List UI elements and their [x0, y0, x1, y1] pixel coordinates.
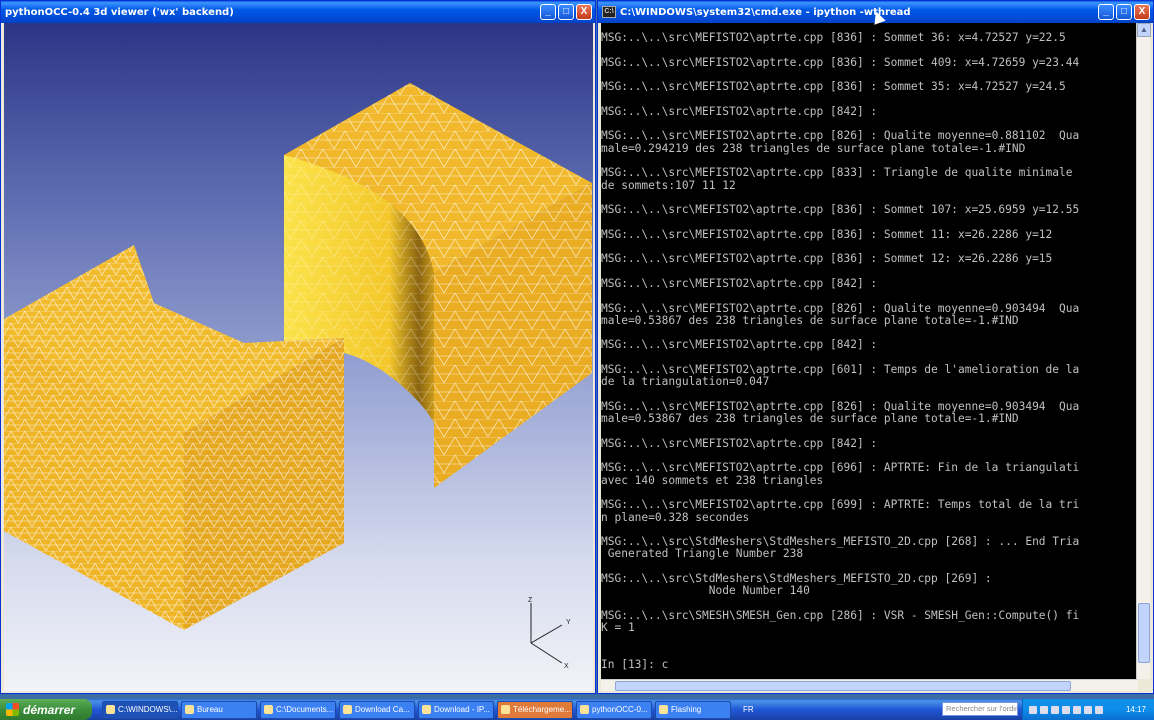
- axis-z-label: Z: [528, 597, 533, 604]
- taskbar-button[interactable]: Download - IP...: [418, 700, 494, 719]
- system-tray: 14:17: [1022, 699, 1154, 720]
- tray-icon[interactable]: [1062, 705, 1070, 714]
- hscroll-thumb[interactable]: [615, 681, 1071, 691]
- mesh-scene: Z Y X: [4, 83, 592, 670]
- taskbar-button-label: C:\WINDOWS\...: [118, 705, 178, 714]
- language-indicator[interactable]: FR: [743, 705, 754, 714]
- firefox-icon: [422, 705, 431, 714]
- horizontal-scrollbar[interactable]: [601, 679, 1138, 691]
- axis-x-label: X: [564, 663, 569, 670]
- console-line: male=0.53867 des 238 triangles de surfac…: [601, 313, 1019, 327]
- console-window: C:\ C:\WINDOWS\system32\cmd.exe - ipytho…: [597, 0, 1154, 694]
- taskbar-button[interactable]: C:\WINDOWS\...: [102, 700, 178, 719]
- 3d-viewport[interactable]: Z Y X: [4, 23, 593, 691]
- clock[interactable]: 14:17: [1126, 705, 1146, 714]
- console-line: MSG:..\..\src\MEFISTO2\aptrte.cpp [833] …: [601, 166, 1073, 180]
- task-list: C:\WINDOWS\... Bureau C:\Documents... Downl…: [102, 700, 731, 719]
- close-button[interactable]: X: [1134, 4, 1150, 20]
- console-line: MSG:..\..\src\MEFISTO2\aptrte.cpp [842] …: [601, 436, 878, 450]
- axes-triad: [530, 603, 563, 664]
- taskbar-button-label: Téléchargeme...: [513, 705, 571, 714]
- console-icon: [106, 705, 115, 714]
- console-line: MSG:..\..\src\MEFISTO2\aptrte.cpp [836] …: [601, 31, 1066, 44]
- viewer-titlebar[interactable]: pythonOCC-0.4 3d viewer ('wx' backend) _…: [1, 1, 595, 23]
- viewer-title: pythonOCC-0.4 3d viewer ('wx' backend): [5, 6, 234, 18]
- console-line: MSG:..\..\src\MEFISTO2\aptrte.cpp [696] …: [601, 461, 1080, 475]
- console-line: In [13]: c: [601, 658, 669, 672]
- start-button[interactable]: démarrer: [0, 699, 92, 720]
- taskbar-button[interactable]: Bureau: [181, 700, 257, 719]
- taskbar-button-label: Flashing: [671, 705, 702, 714]
- start-label: démarrer: [23, 702, 76, 717]
- axis-y-label: Y: [566, 619, 571, 626]
- scroll-up-arrow-icon[interactable]: ▲: [1137, 23, 1151, 37]
- console-line: male=0.53867 des 238 triangles de surfac…: [601, 412, 1019, 426]
- flash-icon: [659, 705, 668, 714]
- maximize-button[interactable]: □: [1116, 4, 1132, 20]
- taskbar-button-label: Bureau: [197, 705, 223, 714]
- vertical-scrollbar[interactable]: ▲: [1136, 23, 1151, 679]
- console-line: K = 1: [601, 621, 635, 635]
- volume-icon[interactable]: [1095, 705, 1103, 714]
- taskbar-button[interactable]: Téléchargeme...: [497, 700, 573, 719]
- console-line: MSG:..\..\src\MEFISTO2\aptrte.cpp [842] …: [601, 276, 878, 290]
- console-line: MSG:..\..\src\MEFISTO2\aptrte.cpp [836] …: [601, 252, 1053, 266]
- console-line: MSG:..\..\src\MEFISTO2\aptrte.cpp [842] …: [601, 338, 878, 352]
- console-line: Generated Triangle Number 238: [601, 547, 804, 561]
- console-line: de sommets:107 11 12: [601, 178, 736, 192]
- console-line: MSG:..\..\src\MEFISTO2\aptrte.cpp [826] …: [601, 301, 1080, 315]
- maximize-button[interactable]: □: [558, 4, 574, 20]
- console-title: C:\WINDOWS\system32\cmd.exe - ipython -w…: [620, 6, 911, 18]
- taskbar-button-label: Download Ca...: [355, 705, 410, 714]
- taskbar-button[interactable]: C:\Documents...: [260, 700, 336, 719]
- firefox-icon: [343, 705, 352, 714]
- console-output[interactable]: MSG:..\..\src\MEFISTO2\aptrte.cpp [836] …: [601, 23, 1138, 679]
- console-line: n plane=0.328 secondes: [601, 510, 750, 524]
- tray-icon[interactable]: [1073, 705, 1081, 714]
- download-icon: [501, 705, 510, 714]
- desktop-icon: [185, 705, 194, 714]
- tray-icon[interactable]: [1084, 705, 1092, 714]
- taskbar-button-label: pythonOCC-0...: [592, 705, 648, 714]
- console-line: MSG:..\..\src\MEFISTO2\aptrte.cpp [836] …: [601, 80, 1066, 94]
- windows-flag-icon: [6, 703, 19, 716]
- console-line: MSG:..\..\src\MEFISTO2\aptrte.cpp [842] …: [601, 104, 878, 118]
- folder-icon: [264, 705, 273, 714]
- minimize-button[interactable]: _: [1098, 4, 1114, 20]
- minimize-button[interactable]: _: [540, 4, 556, 20]
- taskbar: démarrer C:\WINDOWS\... Bureau C:\Document…: [0, 699, 1154, 720]
- console-line: male=0.294219 des 238 triangles de surfa…: [601, 141, 1026, 155]
- scroll-thumb[interactable]: [1138, 603, 1150, 663]
- console-line: MSG:..\..\src\MEFISTO2\aptrte.cpp [836] …: [601, 227, 1053, 241]
- console-line: Node Number 140: [601, 584, 810, 598]
- console-line: MSG:..\..\src\MEFISTO2\aptrte.cpp [836] …: [601, 203, 1080, 217]
- tray-icon[interactable]: [1029, 705, 1037, 714]
- taskbar-button[interactable]: Download Ca...: [339, 700, 415, 719]
- console-line: MSG:..\..\src\MEFISTO2\aptrte.cpp [836] …: [601, 55, 1080, 69]
- taskbar-button[interactable]: Flashing: [655, 700, 731, 719]
- taskbar-button[interactable]: pythonOCC-0...: [576, 700, 652, 719]
- console-line: MSG:..\..\src\MEFISTO2\aptrte.cpp [699] …: [601, 498, 1080, 512]
- python-icon: [580, 705, 589, 714]
- tray-icon[interactable]: [1040, 705, 1048, 714]
- console-line: MSG:..\..\src\SMESH\SMESH_Gen.cpp [286] …: [601, 608, 1080, 622]
- tray-icon[interactable]: [1051, 705, 1059, 714]
- console-line: de la triangulation=0.047: [601, 375, 770, 389]
- search-input[interactable]: Rechercher sur l'ordin: [942, 702, 1018, 716]
- taskbar-button-label: C:\Documents...: [276, 705, 334, 714]
- viewer-window: pythonOCC-0.4 3d viewer ('wx' backend) _…: [0, 0, 596, 694]
- console-icon: C:\: [602, 6, 616, 18]
- close-button[interactable]: X: [576, 4, 592, 20]
- console-line: MSG:..\..\src\MEFISTO2\aptrte.cpp [826] …: [601, 129, 1080, 143]
- console-line: avec 140 sommets et 238 triangles: [601, 473, 824, 487]
- taskbar-button-label: Download - IP...: [434, 705, 490, 714]
